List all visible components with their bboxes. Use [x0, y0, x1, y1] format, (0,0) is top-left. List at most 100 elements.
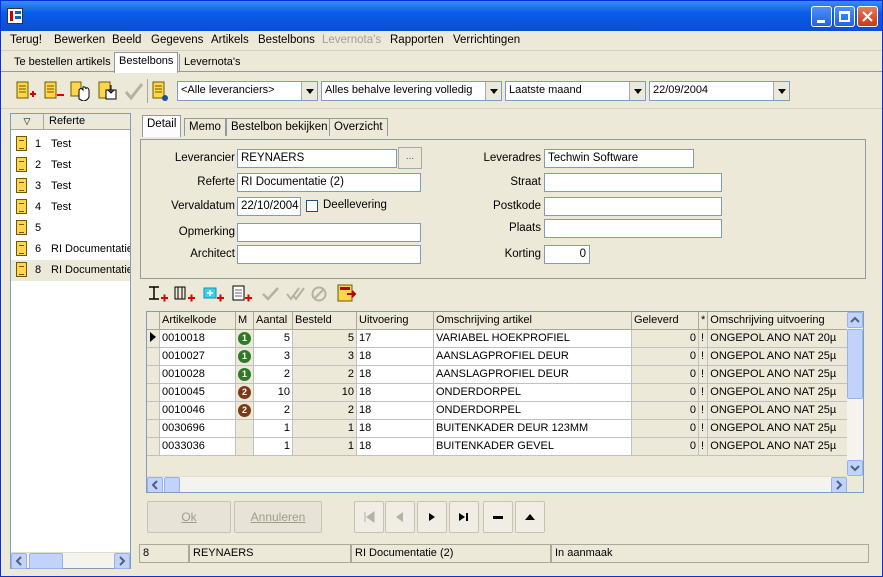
column-header[interactable]: Omschrijving uitvoering	[707, 312, 854, 330]
grid-horizontal-scrollbar[interactable]	[147, 476, 847, 492]
next-record-button[interactable]	[417, 501, 447, 533]
postkode-field[interactable]	[544, 197, 722, 216]
table-row[interactable]: 0010045 2 10 10 18 ONDERDORPEL 0 ! ONGEP…	[147, 383, 854, 402]
row-selector[interactable]	[147, 401, 160, 420]
referte-field[interactable]: RI Documentatie (2)	[237, 173, 421, 192]
column-header[interactable]: Geleverd	[631, 312, 699, 330]
title-bar[interactable]	[1, 1, 882, 31]
annuleren-button[interactable]: Annuleren	[234, 501, 322, 533]
list-item[interactable]: 5	[11, 218, 130, 239]
export-icon[interactable]	[336, 283, 360, 305]
order-assign-icon[interactable]	[151, 81, 173, 101]
browse-supplier-button[interactable]: ...	[398, 147, 422, 169]
new-order-icon[interactable]	[15, 81, 37, 101]
add-accessory-icon[interactable]	[202, 284, 226, 304]
list-item[interactable]: 1 Test	[11, 134, 130, 155]
straat-field[interactable]	[544, 173, 722, 192]
checkmark-icon[interactable]	[260, 284, 282, 304]
column-header[interactable]: Aantal	[253, 312, 293, 330]
list-item[interactable]: 6 RI Documentatie	[11, 239, 130, 260]
tab-levernotas[interactable]: Levernota's	[179, 54, 245, 72]
menu-bestelbons[interactable]: Bestelbons	[258, 34, 315, 46]
hand-icon[interactable]	[69, 81, 91, 101]
tab-memo[interactable]: Memo	[184, 118, 226, 136]
referte-column-header[interactable]: Referte	[49, 115, 85, 127]
list-item[interactable]: 8 RI Documentatie	[11, 260, 130, 281]
scroll-thumb[interactable]	[847, 329, 863, 399]
menu-beeld[interactable]: Beeld	[112, 34, 141, 46]
tab-detail[interactable]: Detail	[142, 115, 182, 137]
sort-column-header[interactable]: ▽	[11, 114, 44, 130]
previous-record-button[interactable]	[385, 501, 415, 533]
leveradres-field[interactable]: Techwin Software	[544, 149, 694, 168]
app-icon[interactable]	[7, 8, 23, 24]
close-button[interactable]	[857, 6, 878, 27]
first-record-button[interactable]	[354, 501, 384, 533]
period-filter-select[interactable]: Laatste maand	[505, 81, 646, 101]
menu-bewerken[interactable]: Bewerken	[54, 34, 105, 46]
table-row[interactable]: 0033036 1 1 18 BUITENKADER GEVEL 0 ! ONG…	[147, 437, 854, 456]
column-header[interactable]: Uitvoering	[356, 312, 434, 330]
scroll-right-button[interactable]	[114, 553, 130, 569]
scroll-down-button[interactable]	[847, 460, 863, 476]
delete-order-icon[interactable]	[43, 81, 65, 101]
tab-te-bestellen-artikels[interactable]: Te bestellen artikels	[10, 54, 115, 72]
approve-icon[interactable]	[123, 81, 145, 101]
scroll-up-button[interactable]	[847, 312, 863, 328]
delete-record-button[interactable]	[483, 501, 513, 533]
add-from-list-icon[interactable]	[230, 284, 254, 304]
row-selector[interactable]	[147, 365, 160, 384]
tab-overzicht[interactable]: Overzicht	[329, 118, 388, 136]
list-item[interactable]: 4 Test	[11, 197, 130, 218]
vervaldatum-field[interactable]: 22/10/2004	[237, 197, 301, 216]
table-row[interactable]: 0010027 1 3 3 18 AANSLAGPROFIEL DEUR 0 !…	[147, 347, 854, 366]
row-selector[interactable]	[147, 437, 160, 456]
menu-levernotas[interactable]: Levernota's	[322, 34, 381, 46]
table-row[interactable]: 0010028 1 2 2 18 AANSLAGPROFIEL DEUR 0 !…	[147, 365, 854, 384]
menu-terug[interactable]: Terug!	[10, 34, 42, 46]
scroll-left-button[interactable]	[147, 477, 163, 492]
status-filter-select[interactable]: Alles behalve levering volledig	[321, 81, 502, 101]
table-row[interactable]: 0010046 2 2 2 18 ONDERDORPEL 0 ! ONGEPOL…	[147, 401, 854, 420]
architect-field[interactable]	[237, 245, 421, 264]
tab-bestelbons[interactable]: Bestelbons	[114, 52, 179, 73]
row-selector[interactable]	[147, 383, 160, 402]
list-item[interactable]: 3 Test	[11, 176, 130, 197]
table-row[interactable]: 0030696 1 1 18 BUITENKADER DEUR 123MM 0 …	[147, 419, 854, 438]
row-selector[interactable]	[147, 347, 160, 366]
date-picker[interactable]: 22/09/2004	[649, 81, 790, 101]
menu-rapporten[interactable]: Rapporten	[390, 34, 444, 46]
scroll-thumb[interactable]	[29, 553, 63, 569]
scroll-thumb[interactable]	[164, 477, 180, 492]
column-header[interactable]: Omschrijving artikel	[433, 312, 632, 330]
maximize-button[interactable]	[834, 6, 855, 27]
list-item[interactable]: 2 Test	[11, 155, 130, 176]
menu-gegevens[interactable]: Gegevens	[151, 34, 203, 46]
add-profile-icon[interactable]	[173, 284, 197, 304]
column-header[interactable]: Artikelkode	[159, 312, 236, 330]
ok-button[interactable]: Ok	[147, 501, 231, 533]
insert-record-button[interactable]	[515, 501, 545, 533]
menu-verrichtingen[interactable]: Verrichtingen	[453, 34, 520, 46]
leverancier-field[interactable]: REYNAERS	[237, 149, 397, 168]
row-selector[interactable]	[147, 419, 160, 438]
minimize-button[interactable]	[811, 6, 832, 27]
double-checkmark-icon[interactable]	[285, 284, 307, 304]
grid-vertical-scrollbar[interactable]	[847, 312, 863, 476]
scroll-left-button[interactable]	[11, 553, 27, 569]
menu-artikels[interactable]: Artikels	[211, 34, 249, 46]
list-horizontal-scrollbar[interactable]	[11, 552, 130, 569]
korting-field[interactable]: 0	[544, 245, 590, 264]
cancel-icon[interactable]	[310, 284, 330, 304]
column-header[interactable]: *	[698, 312, 709, 330]
table-row[interactable]: 0010018 1 5 5 17 VARIABEL HOEKPROFIEL 0 …	[147, 329, 854, 348]
column-header[interactable]: M	[235, 312, 254, 330]
opmerking-field[interactable]	[237, 223, 421, 242]
deellevering-checkbox[interactable]	[306, 200, 318, 212]
import-order-icon[interactable]	[97, 81, 119, 101]
scroll-right-button[interactable]	[831, 477, 847, 492]
supplier-filter-select[interactable]: <Alle leveranciers>	[177, 81, 318, 101]
row-selector[interactable]	[147, 329, 160, 348]
last-record-button[interactable]	[449, 501, 479, 533]
column-header[interactable]: Besteld	[292, 312, 357, 330]
